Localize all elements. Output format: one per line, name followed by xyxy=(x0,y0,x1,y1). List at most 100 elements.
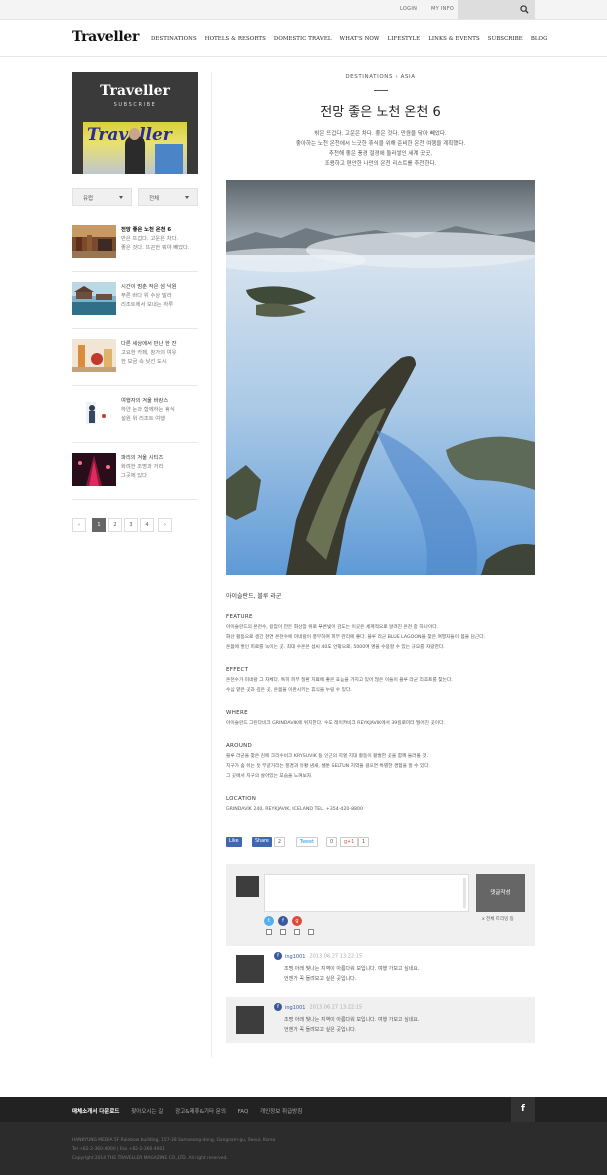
sidebar: Traveller SUBSCRIBE Traveller 유럽 전체 전망 좋… xyxy=(72,72,198,532)
list-item[interactable]: 여행자의 겨울 바캉스 하얀 눈과 함께하는 휴식 설원 위 리조트 여행 xyxy=(72,389,198,443)
list-item-excerpt: 설원 위 리조트 여행 xyxy=(121,416,166,422)
extra-checkbox[interactable] xyxy=(308,929,314,935)
comment-input[interactable] xyxy=(264,874,469,912)
twitter-checkbox[interactable] xyxy=(266,929,272,935)
filter-bar: 유럽 전체 xyxy=(72,188,198,206)
body-line: 아이슬란드의 온천수, 용암이 만든 화산암 위로 푸른빛이 감도는 이곳은 세… xyxy=(226,625,439,630)
section-heading: EFFECT xyxy=(226,667,249,673)
section-heading: FEATURE xyxy=(226,614,253,620)
section-body: 온천수가 미네랄 그 자체다. 특히 피부 질환 치료에 좋은 효능을 가지고 … xyxy=(226,676,535,696)
body-line: 수심 얕은 곳과 깊은 곳, 온몸을 이완시키는 휴식을 누릴 수 있다. xyxy=(226,688,352,693)
facebook-checkbox[interactable] xyxy=(280,929,286,935)
comment-body: 조명 아래 빛나는 지역이 아름다워 보입니다. 여행 가보고 싶네요. 언젠가… xyxy=(284,1015,420,1035)
list-item-title: 전망 좋은 노천 온천 6 xyxy=(121,227,172,233)
body-line: 화산 활동으로 생긴 천연 온천수에 미네랄이 풍부하여 피부 관리에 좋다. … xyxy=(226,635,486,640)
hero-photo xyxy=(226,180,535,575)
list-item[interactable]: 파리의 겨울 시티즈 화려한 조명과 거리 그곳에 있다 xyxy=(72,446,198,500)
nav-domestic-travel[interactable]: DOMESTIC TRAVEL xyxy=(274,36,332,42)
tweet-count: 0 xyxy=(326,837,338,847)
thumbnail-cafe xyxy=(72,339,116,372)
comment-line: 언젠가 꼭 들려보고 싶은 곳입니다. xyxy=(284,976,357,982)
lead-line: 추천해 좋은 풍경 절경에 둘러쌓인 세계 곳곳, xyxy=(328,151,433,157)
google-plus-button[interactable]: g+1 xyxy=(340,837,359,847)
footer-links: 매체소개서 다운로드 찾아오시는 길 광고&제휴&기타 문의 FAQ 개인정보 … xyxy=(72,1107,312,1115)
directions-link[interactable]: 찾아오시는 길 xyxy=(131,1109,163,1115)
body-line: 그 곳에서 지구의 살아있는 모습을 느껴보자. xyxy=(226,774,313,779)
footer-contact: Tel +82-2-360-4000 | Fax +82-2-360-4001 xyxy=(72,1147,166,1152)
comment-form: 댓글작성 x 전체 트리밍 등 t f g xyxy=(226,864,535,946)
twitter-icon[interactable]: t xyxy=(264,916,274,926)
nav-destinations[interactable]: DESTINATIONS xyxy=(151,36,197,42)
list-item-excerpt: 반은 뜨겁다. 고운은 차다. xyxy=(121,236,179,242)
next-page-button[interactable]: › xyxy=(158,518,172,532)
facebook-icon[interactable]: f xyxy=(511,1097,535,1122)
list-item[interactable]: 전망 좋은 노천 온천 6 반은 뜨겁다. 고운은 차다. 좋은 것다. 뜨끈한… xyxy=(72,218,198,272)
google-plus-checkbox[interactable] xyxy=(294,929,300,935)
site-footer: 매체소개서 다운로드 찾아오시는 길 광고&제휴&기타 문의 FAQ 개인정보 … xyxy=(0,1097,607,1175)
section-heading: AROUND xyxy=(226,743,253,749)
article-title: 전망 좋은 노천 온천 6 xyxy=(320,105,441,120)
contact-link[interactable]: 광고&제휴&기타 문의 xyxy=(175,1109,226,1115)
footer-info: HANKYUNG MEDIA 5F Rainbow building, 157-… xyxy=(72,1136,275,1163)
login-link[interactable]: LOGIN xyxy=(400,6,417,12)
pagination: ‹ 1 2 3 4 › xyxy=(72,518,198,532)
prev-page-button[interactable]: ‹ xyxy=(72,518,86,532)
comment-author[interactable]: ing1001 xyxy=(285,1005,305,1011)
nav-blog[interactable]: BLOG xyxy=(531,36,548,42)
lead-line: 좋아하는 노천 온천에서 느긋한 휴식을 위해 준비한 온천 여행을 계획했다. xyxy=(295,141,466,147)
page-1-button[interactable]: 1 xyxy=(92,518,106,532)
nav-lifestyle[interactable]: LIFESTYLE xyxy=(388,36,421,42)
comment-option[interactable]: x 전체 트리밍 등 xyxy=(482,916,514,922)
nav-hotels-resorts[interactable]: HOTELS & RESORTS xyxy=(205,36,266,42)
comment-date: 2013.06.27 13:22:15 xyxy=(309,953,363,960)
body-line: GRINDAVIK 240, REYKJAVIK, ICELAND TEL. +… xyxy=(226,807,363,812)
facebook-like-button[interactable]: Like xyxy=(226,837,242,847)
comment-meta: f ing1001 2013.06.27 13:22:15 xyxy=(274,952,362,960)
my-info-link[interactable]: MY INFO xyxy=(431,6,454,12)
comment-line: 언젠가 꼭 들려보고 싶은 곳입니다. xyxy=(284,1027,357,1033)
column-divider xyxy=(211,72,212,1057)
footer-copyright: Copyright 2014 THE TRAVELLER MAGAZINE CO… xyxy=(72,1156,228,1161)
section-feature: FEATURE 아이슬란드의 온천수, 용암이 만든 화산암 위로 푸른빛이 감… xyxy=(226,614,535,653)
search-icon[interactable] xyxy=(520,5,529,14)
section-heading: WHERE xyxy=(226,710,248,716)
lead-line: 조용하고 편안한 나만의 온천 리스트를 추천한다. xyxy=(324,161,437,167)
magazine-cover: Traveller xyxy=(83,122,187,174)
list-item-excerpt: 고요한 카페, 창가의 여유 xyxy=(121,350,177,356)
facebook-share-button[interactable]: Share xyxy=(252,837,272,847)
facebook-icon: f xyxy=(274,952,282,960)
thumbnail-hotel xyxy=(72,225,116,258)
top-bar: LOGIN MY INFO xyxy=(0,0,607,20)
comment-author[interactable]: ing1001 xyxy=(285,954,305,960)
page-4-button[interactable]: 4 xyxy=(140,518,154,532)
nav-subscribe[interactable]: SUBSCRIBE xyxy=(488,36,523,42)
section-body: 블루 라군을 찾은 김에 크리수비크 KRYSUVIK 등 인근의 지열 지대 … xyxy=(226,752,535,782)
page-2-button[interactable]: 2 xyxy=(108,518,122,532)
list-item-title: 시간이 멈춘 작은 섬 낙원 xyxy=(121,284,177,290)
scrollbar[interactable] xyxy=(463,878,466,908)
privacy-link[interactable]: 개인정보 취급방침 xyxy=(260,1109,302,1115)
facebook-icon[interactable]: f xyxy=(278,916,288,926)
site-logo[interactable]: Traveller xyxy=(72,29,139,45)
nav-whats-now[interactable]: WHAT'S NOW xyxy=(340,36,380,42)
google-plus-icon[interactable]: g xyxy=(292,916,302,926)
page-3-button[interactable]: 3 xyxy=(124,518,138,532)
tweet-button[interactable]: Tweet xyxy=(296,837,318,847)
category-filter[interactable]: 전체 xyxy=(138,188,198,206)
subscribe-title: Traveller xyxy=(100,83,170,99)
nav-links-events[interactable]: LINKS & EVENTS xyxy=(428,36,480,42)
list-item[interactable]: 시간이 멈춘 작은 섬 낙원 푸른 바다 위 수상 빌라 리조트에서 보내는 하… xyxy=(72,275,198,329)
faq-link[interactable]: FAQ xyxy=(238,1109,249,1115)
list-item[interactable]: 다른 세상에서 만난 한 잔 고요한 카페, 창가의 여유 한 모금 속 낯선 … xyxy=(72,332,198,386)
region-filter[interactable]: 유럽 xyxy=(72,188,132,206)
list-item-title: 파리의 겨울 시티즈 xyxy=(121,455,164,461)
section-body: 아이슬란드의 온천수, 용암이 만든 화산암 위로 푸른빛이 감도는 이곳은 세… xyxy=(226,623,535,653)
footer-address: HANKYUNG MEDIA 5F Rainbow building, 157-… xyxy=(72,1138,276,1143)
search-input[interactable] xyxy=(458,0,514,19)
media-kit-link[interactable]: 매체소개서 다운로드 xyxy=(72,1109,119,1115)
subscribe-banner[interactable]: Traveller SUBSCRIBE Traveller xyxy=(72,72,198,174)
article-category[interactable]: DESTINATIONS › ASIA xyxy=(226,74,535,80)
list-item-excerpt: 하얀 눈과 함께하는 휴식 xyxy=(121,407,175,413)
comment-line: 조명 아래 빛나는 지역이 아름다워 보입니다. 여행 가보고 싶네요. xyxy=(284,1017,420,1023)
comment-submit-button[interactable]: 댓글작성 xyxy=(476,874,525,912)
